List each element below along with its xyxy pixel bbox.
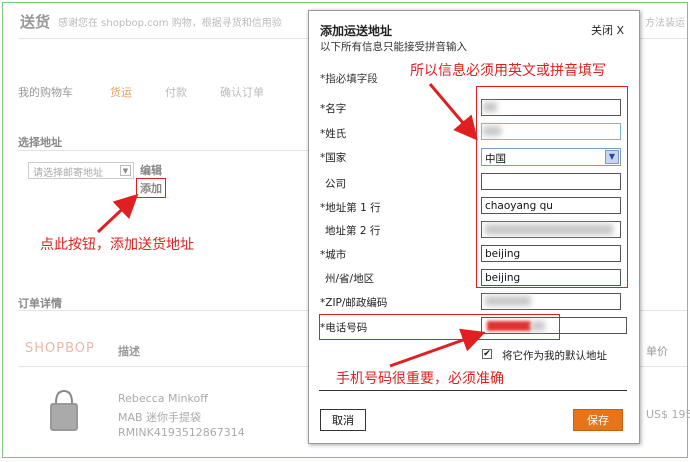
required-fields-note: *指必填字段: [320, 73, 378, 85]
close-button[interactable]: 关闭 X: [591, 22, 624, 38]
province-label: 州/省/地区: [325, 273, 375, 285]
divider: [319, 390, 627, 391]
zip-label: *ZIP/邮政编码: [320, 297, 388, 309]
address1-label: *地址第 1 行: [320, 202, 381, 214]
address2-label: 地址第 2 行: [325, 225, 381, 237]
phone-annotation: 手机号码很重要，必须准确: [336, 371, 504, 387]
dialog-title: 添加运送地址: [320, 24, 393, 38]
first-name-label: *名字: [320, 103, 347, 115]
company-label: 公司: [325, 178, 346, 190]
input-fields-highlight-box: [476, 86, 628, 288]
phone-highlight-box: [319, 314, 560, 340]
last-name-label: *姓氏: [320, 128, 347, 140]
default-address-checkbox[interactable]: ✔: [482, 349, 492, 359]
click-add-annotation: 点此按钮，添加送货地址: [40, 237, 194, 253]
cancel-button[interactable]: 取消: [320, 409, 366, 431]
redacted-value: [485, 296, 531, 306]
pinyin-only-note: 以下所有信息只能接受拼音输入: [320, 41, 467, 53]
default-address-label: 将它作为我的默认地址: [502, 350, 607, 362]
country-label: *国家: [320, 152, 347, 164]
pinyin-annotation: 所以信息必须用英文或拼音填写: [410, 63, 606, 79]
save-button[interactable]: 保存: [573, 409, 623, 431]
city-label: *城市: [320, 249, 347, 261]
